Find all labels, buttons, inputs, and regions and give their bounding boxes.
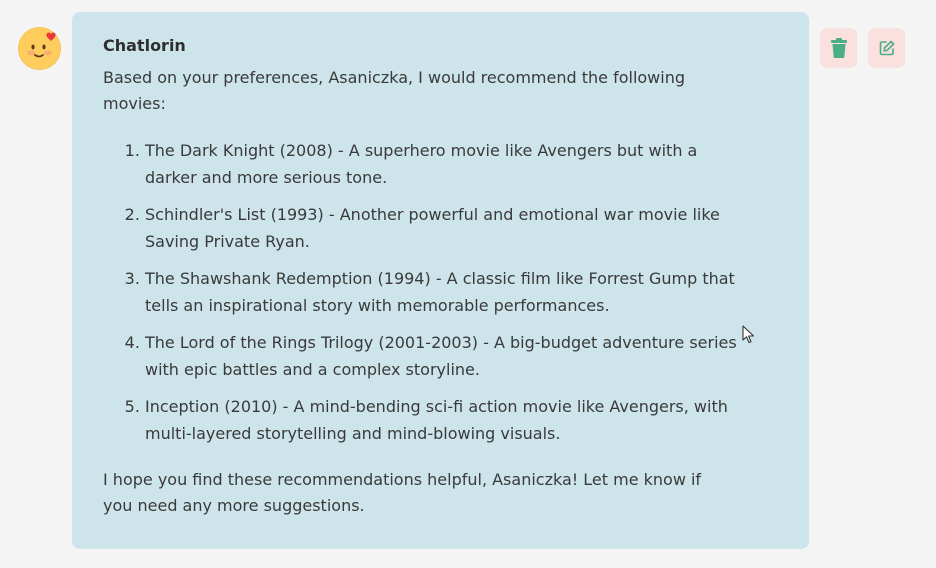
mouse-cursor-icon [742, 325, 755, 344]
edit-icon [879, 40, 894, 56]
edit-message-button[interactable] [868, 28, 905, 68]
chat-page: Chatlorin Based on your preferences, Asa… [0, 0, 936, 568]
delete-message-button[interactable] [820, 28, 857, 68]
sender-name: Chatlorin [103, 36, 186, 55]
assistant-message-bubble: Chatlorin Based on your preferences, Asa… [72, 12, 809, 549]
list-item: The Dark Knight (2008) - A superhero mov… [145, 137, 743, 191]
list-item: The Lord of the Rings Trilogy (2001-2003… [145, 329, 743, 383]
message-outro: I hope you find these recommendations he… [103, 470, 702, 515]
message-intro: Based on your preferences, Asaniczka, I … [103, 68, 686, 113]
list-item: The Shawshank Redemption (1994) - A clas… [145, 265, 743, 319]
smiling-face-with-hearts-icon [19, 28, 60, 69]
trash-icon [830, 38, 847, 58]
bot-avatar [18, 27, 61, 70]
list-item: Inception (2010) - A mind-bending sci-fi… [145, 393, 743, 447]
list-item: Schindler's List (1993) - Another powerf… [145, 201, 743, 255]
recommendation-list: The Dark Knight (2008) - A superhero mov… [103, 137, 743, 447]
